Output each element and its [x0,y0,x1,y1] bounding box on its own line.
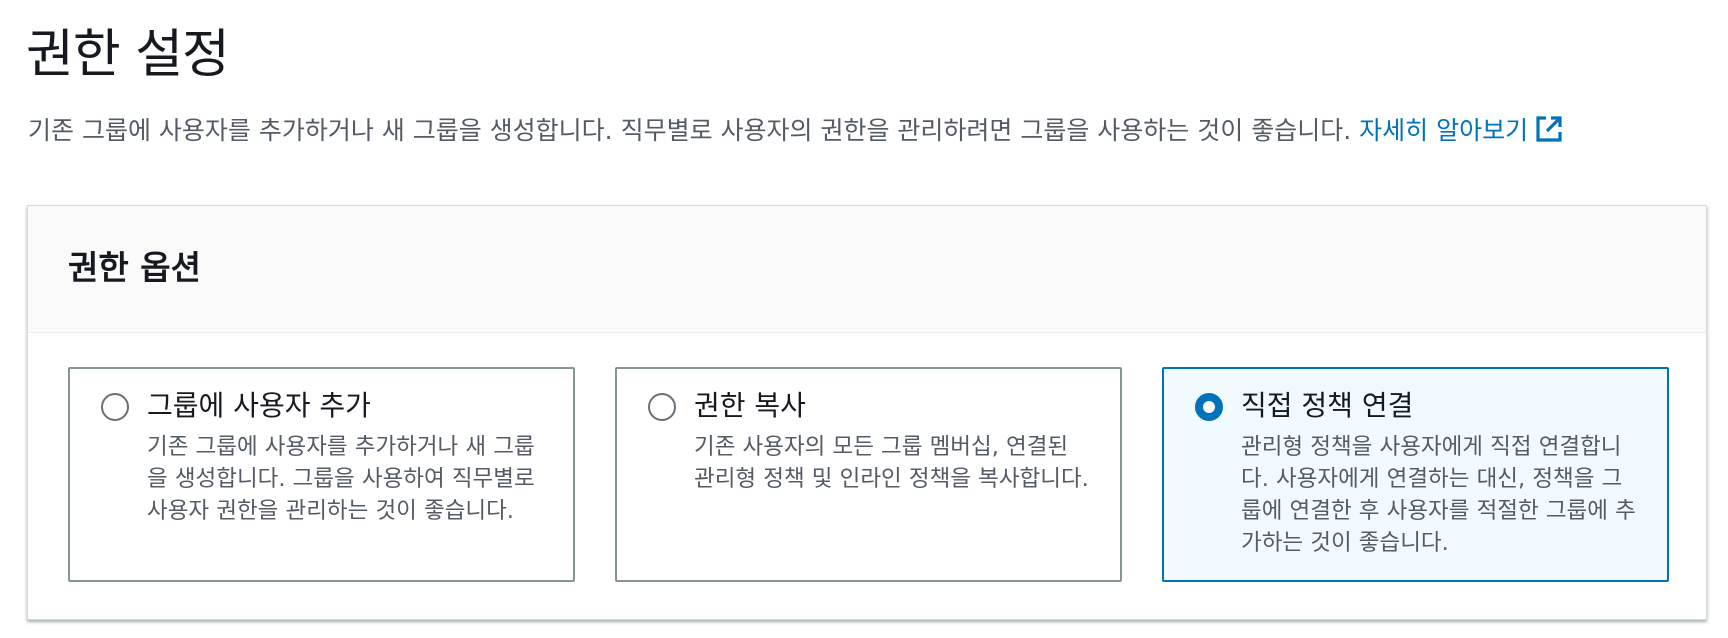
page-title: 권한 설정 [26,25,230,85]
option-description-line: 가하는 것이 좋습니다. [1241,530,1449,556]
option-description-line: 다. 사용자에게 연결하는 대신, 정책을 그 [1241,466,1623,492]
option-description-line: 기존 그룹에 사용자를 추가하거나 새 그룹 [147,434,535,460]
option-description: 기존 사용자의 모든 그룹 멤버십, 연결된 관리형 정책 및 인라인 정책을 … [694,431,1094,495]
radio-attach-policies-directly[interactable] [1195,393,1223,421]
learn-more-link[interactable]: 자세히 알아보기 [1359,116,1564,145]
learn-more-label: 자세히 알아보기 [1359,116,1529,145]
option-description: 관리형 정책을 사용자에게 직접 연결합니 다. 사용자에게 연결하는 대신, … [1241,431,1641,559]
option-description: 기존 그룹에 사용자를 추가하거나 새 그룹 을 생성합니다. 그룹을 사용하여… [147,431,547,527]
option-description-line: 룹에 연결한 후 사용자를 적절한 그룹에 추 [1241,498,1636,524]
option-add-user-to-group[interactable]: 그룹에 사용자 추가 기존 그룹에 사용자를 추가하거나 새 그룹 을 생성합니… [68,367,575,582]
description-text: 기존 그룹에 사용자를 추가하거나 새 그룹을 생성합니다. 직무별로 사용자의… [28,116,1352,145]
option-label: 그룹에 사용자 추가 [147,389,371,422]
permissions-page: 권한 설정 기존 그룹에 사용자를 추가하거나 새 그룹을 생성합니다. 직무별… [0,0,1728,638]
option-attach-policies-directly[interactable]: 직접 정책 연결 관리형 정책을 사용자에게 직접 연결합니 다. 사용자에게 … [1162,367,1669,582]
option-description-line: 사용자 권한을 관리하는 것이 좋습니다. [147,498,514,524]
option-description-line: 관리형 정책 및 인라인 정책을 복사합니다. [694,466,1089,492]
option-label: 권한 복사 [694,389,806,422]
option-copy-permissions[interactable]: 권한 복사 기존 사용자의 모든 그룹 멤버십, 연결된 관리형 정책 및 인라… [615,367,1122,582]
panel-title: 권한 옵션 [68,248,201,287]
radio-copy-permissions[interactable] [648,393,676,421]
radio-add-user-to-group[interactable] [101,393,129,421]
external-link-icon [1536,116,1562,142]
option-description-line: 관리형 정책을 사용자에게 직접 연결합니 [1241,434,1622,460]
permission-options-panel: 권한 옵션 그룹에 사용자 추가 기존 그룹에 사용자를 추가하거나 새 그룹 … [27,205,1707,620]
page-description: 기존 그룹에 사용자를 추가하거나 새 그룹을 생성합니다. 직무별로 사용자의… [28,112,1564,150]
option-description-line: 을 생성합니다. 그룹을 사용하여 직무별로 [147,466,535,492]
panel-header: 권한 옵션 [28,206,1706,333]
option-description-line: 기존 사용자의 모든 그룹 멤버십, 연결된 [694,434,1069,460]
option-label: 직접 정책 연결 [1241,389,1414,422]
